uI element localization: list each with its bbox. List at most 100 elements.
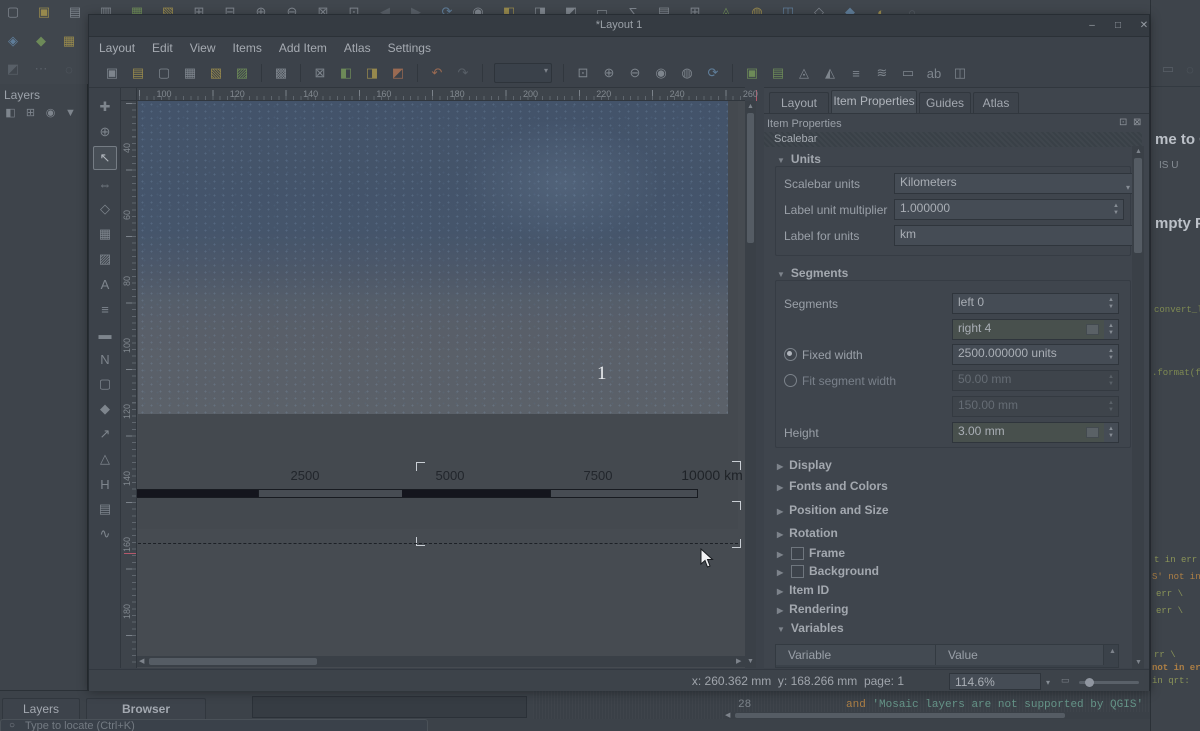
zoom-in-icon[interactable]: ⊕ bbox=[598, 62, 620, 84]
tab-browser[interactable]: Browser bbox=[86, 698, 206, 719]
layout-manager-icon[interactable]: ▧ bbox=[205, 62, 227, 84]
group-units-header[interactable]: ▼ Units bbox=[777, 152, 821, 166]
data-source-manager-icon[interactable]: ◈ bbox=[2, 30, 24, 52]
canvas-vscrollbar[interactable]: ▲ ▼ bbox=[745, 101, 756, 668]
export-as-pdf-icon[interactable]: ◩ bbox=[387, 62, 409, 84]
menu-layout[interactable]: Layout bbox=[99, 41, 135, 55]
add-raster-layer-icon[interactable]: ▦ bbox=[58, 30, 80, 52]
save-project-as-icon[interactable]: ▤ bbox=[127, 62, 149, 84]
section-background[interactable]: ▶ bbox=[777, 564, 789, 578]
move-item-content-icon[interactable]: ⇔ bbox=[94, 173, 116, 195]
add-marker-icon[interactable]: ◆ bbox=[94, 398, 116, 420]
revert-layout-icon[interactable]: ↶ bbox=[426, 62, 448, 84]
panel-vscrollbar[interactable]: ▲ ▼ bbox=[1132, 146, 1144, 669]
lock-items-icon[interactable]: ▤ bbox=[767, 62, 789, 84]
add-html-icon[interactable]: H bbox=[94, 473, 116, 495]
scroll-up-icon[interactable]: ▲ bbox=[1109, 647, 1116, 656]
group-items-icon[interactable]: ▣ bbox=[741, 62, 763, 84]
save-as-template-icon[interactable]: ▨ bbox=[231, 62, 253, 84]
add-node-item-icon[interactable]: △ bbox=[94, 448, 116, 470]
open-project-icon[interactable]: ▤ bbox=[64, 1, 86, 23]
section-rendering[interactable]: ▶ Rendering bbox=[777, 602, 849, 616]
tab-atlas[interactable]: Atlas bbox=[973, 92, 1019, 114]
close-button[interactable]: ✕ bbox=[1134, 18, 1154, 34]
item-text-icon[interactable]: ab bbox=[923, 62, 945, 84]
section-rotation[interactable]: ▶ Rotation bbox=[777, 526, 838, 540]
add-items-from-template-icon[interactable]: ▩ bbox=[270, 62, 292, 84]
fit-segment-width-radio[interactable] bbox=[784, 374, 797, 387]
menu-atlas[interactable]: Atlas bbox=[344, 41, 371, 55]
panels-icon[interactable]: ◫ bbox=[949, 62, 971, 84]
menu-add-item[interactable]: Add Item bbox=[279, 41, 327, 55]
add-label-icon[interactable]: A bbox=[94, 273, 116, 295]
float-panel-icon[interactable]: ⊡ bbox=[1119, 117, 1127, 128]
scalebar-units-dropdown[interactable]: Kilometers ▾ bbox=[894, 173, 1136, 194]
tab-item-properties[interactable]: Item Properties bbox=[831, 90, 917, 114]
zoom-slider[interactable] bbox=[1079, 678, 1139, 687]
zoom-actual-icon[interactable]: ◉ bbox=[650, 62, 672, 84]
section-variables[interactable]: ▼ Variables bbox=[777, 621, 844, 635]
export-as-image-icon[interactable]: ◧ bbox=[335, 62, 357, 84]
segments-left-input[interactable]: left 0 bbox=[952, 293, 1116, 314]
tab-layers[interactable]: Layers bbox=[2, 698, 80, 719]
resize-items-icon[interactable]: ▭ bbox=[897, 62, 919, 84]
scroll-down-icon[interactable]: ▼ bbox=[747, 657, 754, 666]
fixed-width-radio[interactable] bbox=[784, 348, 797, 361]
add-north-arrow-icon[interactable]: N bbox=[94, 348, 116, 370]
selection-handle[interactable] bbox=[732, 501, 741, 510]
add-legend-icon[interactable]: ≡ bbox=[94, 298, 116, 320]
zoom-full-icon[interactable]: ⊡ bbox=[572, 62, 594, 84]
fixed-width-input[interactable]: 2500.000000 units bbox=[952, 344, 1116, 365]
segments-right-spinner[interactable]: ▲ ▼ bbox=[1104, 319, 1119, 340]
scroll-down-icon[interactable]: ▼ bbox=[1135, 658, 1142, 667]
layout-canvas[interactable]: 1 2500 5000 7500 10000 km ◀ ▶ bbox=[137, 101, 745, 668]
segments-left-spinner[interactable]: ▲ ▼ bbox=[1104, 293, 1119, 314]
more-tools-icon[interactable]: ◌ bbox=[58, 58, 80, 80]
canvas-hscrollbar[interactable]: ◀ ▶ bbox=[137, 656, 745, 667]
scroll-left-icon[interactable]: ◀ bbox=[139, 657, 144, 666]
terminal-hscrollbar[interactable]: ◀ bbox=[723, 712, 1193, 719]
export-as-svg-icon[interactable]: ◨ bbox=[361, 62, 383, 84]
new-layout-icon[interactable]: ▢ bbox=[153, 62, 175, 84]
menu-edit[interactable]: Edit bbox=[152, 41, 173, 55]
menu-settings[interactable]: Settings bbox=[388, 41, 431, 55]
remove-layer-icon[interactable]: ✕ bbox=[82, 104, 87, 121]
pan-layout-icon[interactable]: ✚ bbox=[94, 96, 116, 118]
layout-titlebar[interactable]: *Layout 1 – □ ✕ bbox=[89, 15, 1149, 37]
vertex-tool-icon[interactable]: ◩ bbox=[2, 58, 24, 80]
maximize-button[interactable]: □ bbox=[1108, 18, 1128, 34]
open-layer-styling-icon[interactable]: ◧ bbox=[2, 104, 19, 121]
scroll-left-icon[interactable]: ◀ bbox=[725, 711, 730, 720]
variables-col-variable[interactable]: Variable bbox=[776, 645, 936, 665]
tab-guides[interactable]: Guides bbox=[919, 92, 971, 114]
add-vector-layer-icon[interactable]: ◆ bbox=[30, 30, 52, 52]
label-unit-multiplier-spinner[interactable]: ▲ ▼ bbox=[1109, 199, 1124, 220]
frame-checkbox[interactable] bbox=[791, 547, 804, 560]
selection-handle[interactable] bbox=[416, 537, 425, 546]
edit-nodes-item-icon[interactable]: ◇ bbox=[94, 198, 116, 220]
label-unit-multiplier-input[interactable]: 1.000000 bbox=[894, 199, 1121, 220]
group-segments-header[interactable]: ▼ Segments bbox=[777, 266, 848, 280]
raise-items-icon[interactable]: ◬ bbox=[793, 62, 815, 84]
selection-handle[interactable] bbox=[732, 461, 741, 470]
add-map-icon[interactable]: ▦ bbox=[94, 223, 116, 245]
lower-items-icon[interactable]: ◭ bbox=[819, 62, 841, 84]
map-item[interactable]: 1 bbox=[138, 101, 728, 414]
section-position-and-size[interactable]: ▶ Position and Size bbox=[777, 503, 889, 517]
style-dots-icon[interactable]: ⋯ bbox=[30, 58, 52, 80]
distribute-items-icon[interactable]: ≋ bbox=[871, 62, 893, 84]
align-items-icon[interactable]: ≡ bbox=[845, 62, 867, 84]
section-frame[interactable]: ▶ bbox=[777, 546, 789, 560]
data-defined-icon[interactable] bbox=[1086, 324, 1099, 335]
section-display[interactable]: ▶ Display bbox=[777, 458, 832, 472]
zoom-level-combo[interactable]: 114.6% bbox=[949, 673, 1041, 690]
open-data-source-manager-icon[interactable]: ▢ bbox=[2, 1, 24, 23]
scroll-right-icon[interactable]: ▶ bbox=[736, 657, 741, 666]
zoom-slider-thumb[interactable] bbox=[1085, 678, 1094, 687]
add-plot-icon[interactable]: ∿ bbox=[94, 523, 116, 545]
filter-legend-icon[interactable]: ▼ bbox=[62, 104, 79, 121]
scroll-up-icon[interactable]: ▲ bbox=[1135, 147, 1142, 156]
menu-items[interactable]: Items bbox=[233, 41, 262, 55]
section-item-id[interactable]: ▶ Item ID bbox=[777, 583, 829, 597]
minimize-button[interactable]: – bbox=[1082, 18, 1102, 34]
